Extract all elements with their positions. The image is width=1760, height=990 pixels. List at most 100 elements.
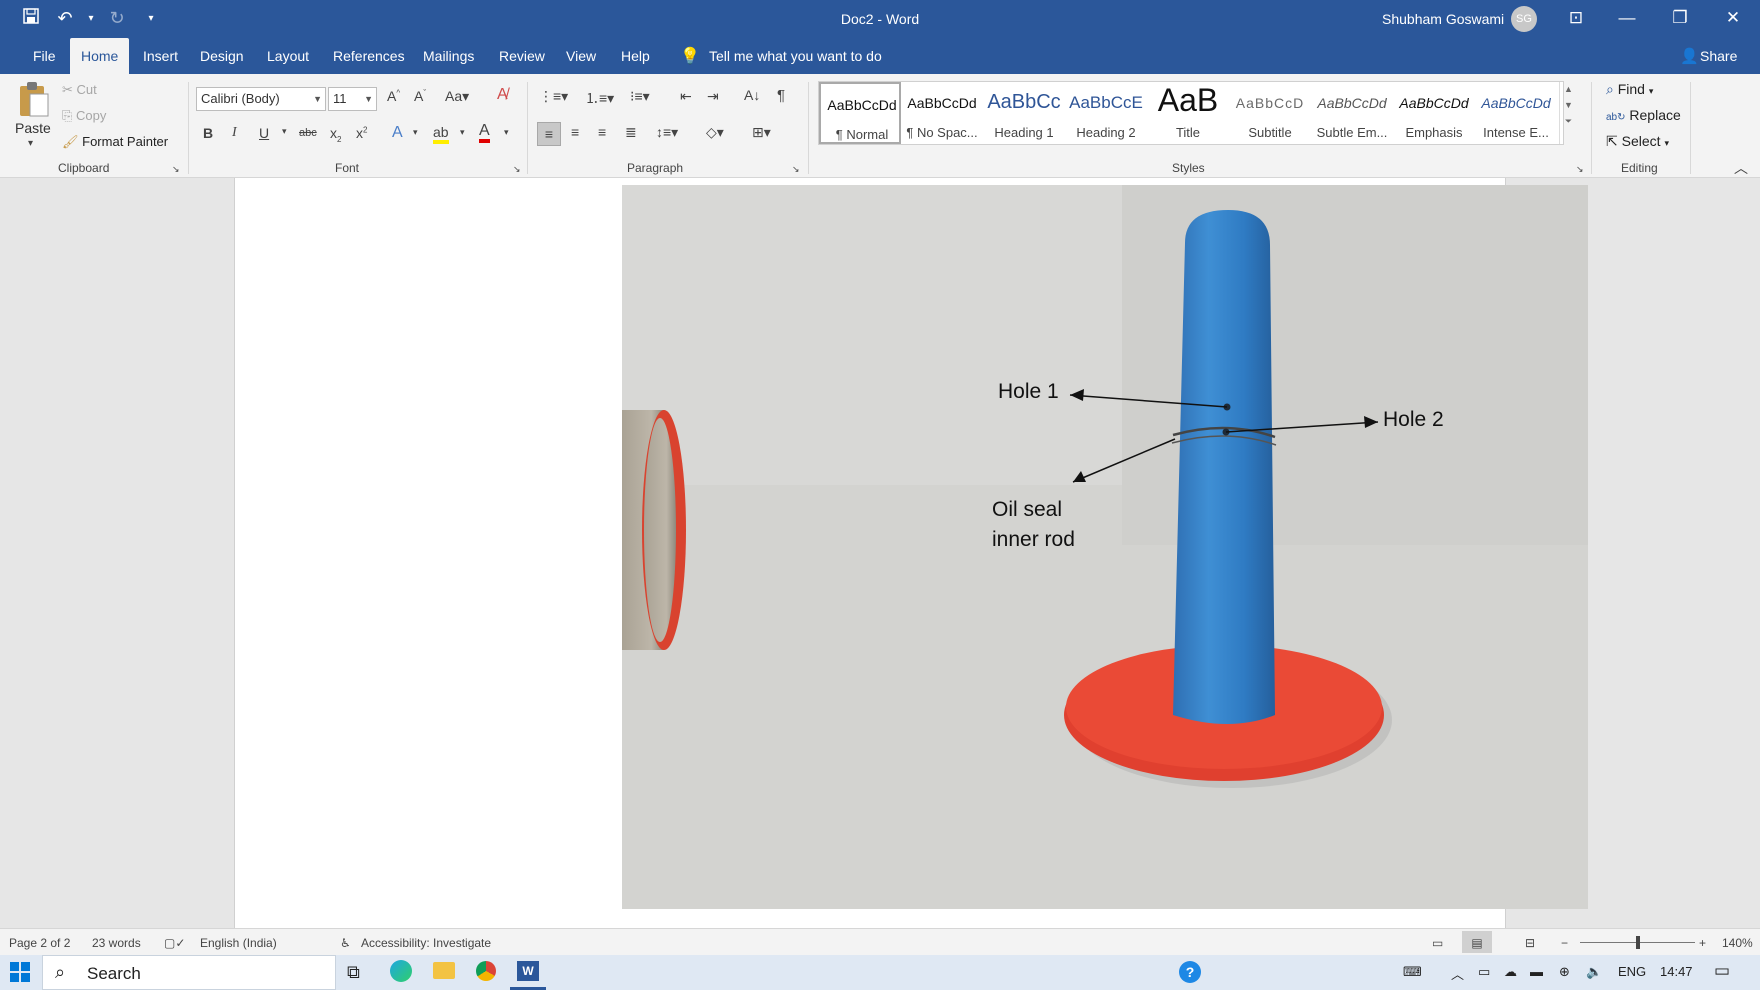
cut-button[interactable]: ✂ Cut [62, 82, 97, 98]
document-canvas[interactable]: Hole 1 Hole 2 Oil seal inner rod [0, 178, 1760, 928]
restore-icon[interactable]: ❐ [1657, 0, 1703, 38]
close-icon[interactable]: ✕ [1710, 0, 1756, 38]
change-case-icon[interactable]: Aa▾ [445, 88, 469, 105]
align-right-icon[interactable]: ≡ [598, 124, 606, 140]
ribbon-display-options-icon[interactable]: ⊡ [1553, 0, 1599, 38]
language-indicator[interactable]: English (India) [200, 936, 277, 950]
chrome-icon[interactable] [476, 961, 496, 981]
document-page[interactable]: Hole 1 Hole 2 Oil seal inner rod [234, 178, 1588, 928]
tell-me-search[interactable]: Tell me what you want to do [709, 38, 882, 74]
highlight-icon[interactable]: ab [433, 124, 449, 144]
tab-design[interactable]: Design [189, 38, 255, 74]
scroll-up-icon[interactable]: ▲ [1560, 84, 1577, 94]
font-size-combo[interactable]: 11 ▼ [328, 87, 377, 111]
align-left-icon[interactable]: ≡ [537, 122, 561, 146]
zoom-level[interactable]: 140% [1722, 936, 1753, 950]
underline-icon[interactable]: U [259, 125, 269, 141]
taskbar-search[interactable]: ⌕ Search [42, 955, 336, 990]
underline-dropdown-icon[interactable]: ▾ [282, 126, 287, 137]
tab-mailings[interactable]: Mailings [412, 38, 485, 74]
tab-insert[interactable]: Insert [132, 38, 189, 74]
minimize-icon[interactable]: — [1604, 0, 1650, 38]
multilevel-list-icon[interactable]: ⁝≡▾ [630, 88, 650, 105]
numbering-icon[interactable]: ⒈≡▾ [585, 88, 614, 108]
grow-font-icon[interactable]: A^ [387, 88, 400, 104]
network-icon[interactable]: ⊕ [1559, 964, 1570, 980]
highlight-dropdown-icon[interactable]: ▾ [460, 127, 465, 138]
file-explorer-icon[interactable] [433, 962, 455, 979]
tab-home[interactable]: Home [70, 38, 129, 74]
meet-now-icon[interactable]: ▭ [1478, 964, 1490, 980]
styles-scroll[interactable]: ▲ ▼ ⏷ [1559, 82, 1577, 144]
style-subtitle[interactable]: AaBbCcD Subtitle [1229, 82, 1311, 144]
inserted-photo[interactable]: Hole 1 Hole 2 Oil seal inner rod [622, 185, 1588, 909]
bold-icon[interactable]: B [203, 125, 213, 141]
notifications-icon[interactable]: ▭ [1714, 961, 1730, 981]
styles-launcher-icon[interactable]: ↘ [1576, 164, 1584, 175]
onedrive-icon[interactable]: ☁ [1504, 964, 1517, 980]
zoom-out-icon[interactable]: − [1561, 936, 1568, 950]
task-view-icon[interactable]: ⧉ [347, 962, 360, 983]
text-effects-icon[interactable]: A [392, 124, 403, 142]
collapse-ribbon-icon[interactable]: ︿ [1734, 158, 1748, 178]
page-count[interactable]: Page 2 of 2 [9, 936, 70, 950]
read-mode-icon[interactable]: ▭ [1432, 936, 1443, 950]
bullets-icon[interactable]: ⋮≡▾ [539, 88, 568, 105]
strikethrough-icon[interactable]: abc [299, 127, 317, 139]
sort-icon[interactable]: A↓ [744, 87, 760, 103]
text-effects-dropdown-icon[interactable]: ▾ [413, 127, 418, 138]
superscript-icon[interactable]: x2 [356, 125, 367, 141]
font-color-icon[interactable]: A [479, 122, 490, 143]
style-heading-1[interactable]: AaBbCc Heading 1 [983, 82, 1065, 144]
tab-references[interactable]: References [322, 38, 416, 74]
find-button[interactable]: ⌕ Find ▾ [1606, 81, 1653, 98]
tab-review[interactable]: Review [488, 38, 556, 74]
paste-button[interactable]: Paste [15, 120, 51, 136]
print-layout-icon[interactable]: ▤ [1462, 931, 1492, 953]
font-launcher-icon[interactable]: ↘ [513, 164, 521, 175]
web-layout-icon[interactable]: ⊟ [1525, 936, 1535, 950]
avatar[interactable]: SG [1511, 6, 1537, 32]
style-no-spacing[interactable]: AaBbCcDd ¶ No Spac... [901, 82, 983, 144]
style-title[interactable]: AaB Title [1147, 82, 1229, 144]
word-count[interactable]: 23 words [92, 936, 141, 950]
volume-icon[interactable]: 🔈 [1586, 964, 1602, 980]
show-formatting-icon[interactable]: ¶ [777, 87, 785, 104]
align-center-icon[interactable]: ≡ [571, 124, 579, 140]
clock-time[interactable]: 14:47 [1660, 964, 1693, 979]
windows-start-icon[interactable] [10, 962, 30, 982]
select-button[interactable]: ⇱ Select ▾ [1606, 133, 1669, 150]
clipboard-launcher-icon[interactable]: ↘ [172, 164, 180, 175]
font-color-dropdown-icon[interactable]: ▾ [504, 127, 509, 138]
clear-formatting-icon[interactable]: A̸ [497, 86, 508, 104]
word-app-icon[interactable]: W [517, 961, 539, 981]
tab-help[interactable]: Help [610, 38, 661, 74]
proofing-icon[interactable]: ▢✓ [164, 936, 185, 950]
style-normal[interactable]: AaBbCcDd ¶ Normal [819, 82, 901, 144]
style-emphasis[interactable]: AaBbCcDd Emphasis [1393, 82, 1475, 144]
line-spacing-icon[interactable]: ↕≡▾ [656, 124, 678, 141]
help-icon[interactable]: ? [1179, 961, 1201, 983]
paragraph-launcher-icon[interactable]: ↘ [792, 164, 800, 175]
tab-file[interactable]: File [22, 38, 67, 74]
keyboard-icon[interactable]: ⌨ [1403, 964, 1422, 980]
style-intense-emphasis[interactable]: AaBbCcDd Intense E... [1475, 82, 1557, 144]
borders-icon[interactable]: ⊞▾ [752, 124, 771, 141]
tab-view[interactable]: View [555, 38, 607, 74]
shading-icon[interactable]: ◇▾ [706, 124, 724, 141]
paste-icon[interactable] [17, 80, 51, 118]
style-heading-2[interactable]: AaBbCcE Heading 2 [1065, 82, 1147, 144]
more-styles-icon[interactable]: ⏷ [1560, 116, 1577, 127]
paste-dropdown-icon[interactable]: ▾ [28, 138, 33, 149]
edge-icon[interactable] [390, 960, 412, 982]
subscript-icon[interactable]: x2 [330, 125, 341, 144]
zoom-slider-thumb[interactable] [1636, 936, 1640, 949]
scroll-down-icon[interactable]: ▼ [1560, 100, 1577, 110]
battery-icon[interactable]: ▬ [1530, 964, 1543, 979]
accessibility-status[interactable]: Accessibility: Investigate [361, 936, 491, 950]
tab-layout[interactable]: Layout [256, 38, 320, 74]
chevron-up-icon[interactable]: ︿ [1451, 964, 1464, 983]
shrink-font-icon[interactable]: Aˇ [414, 88, 426, 104]
style-subtle-emphasis[interactable]: AaBbCcDd Subtle Em... [1311, 82, 1393, 144]
share-button[interactable]: Share [1700, 38, 1737, 74]
